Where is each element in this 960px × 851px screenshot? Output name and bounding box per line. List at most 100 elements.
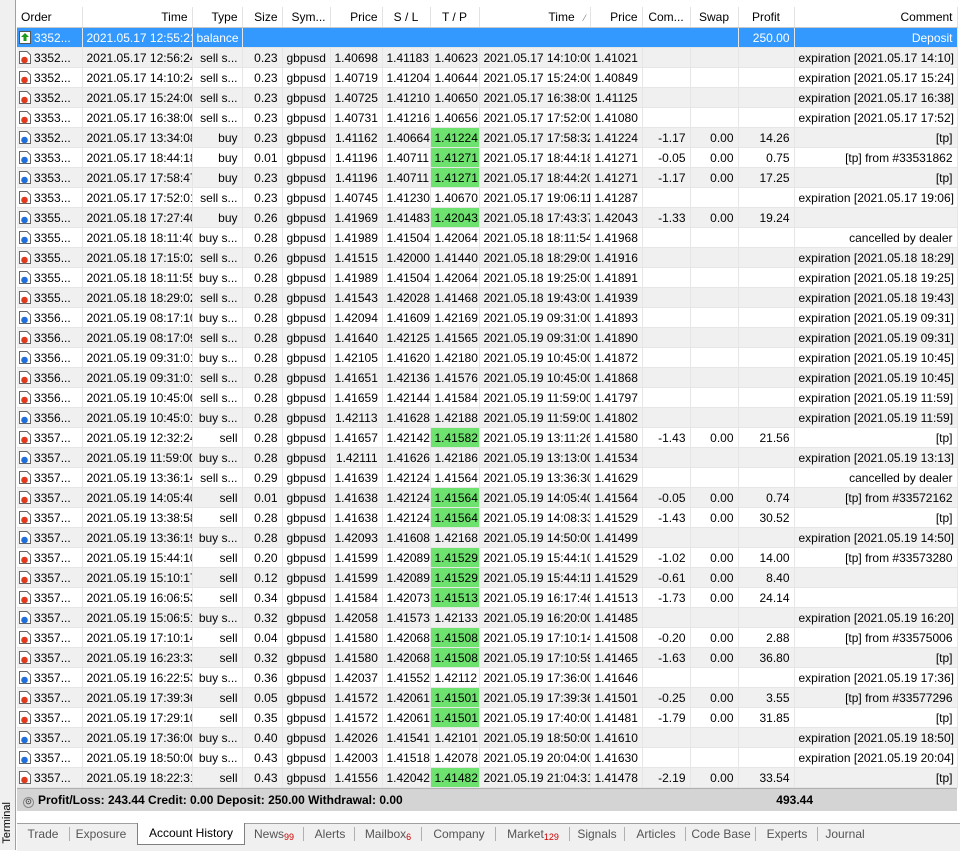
col-size[interactable]: Size	[242, 7, 283, 28]
tab-alerts[interactable]: Alerts	[306, 824, 354, 844]
order-id: 3355...	[34, 210, 71, 225]
tab-separator	[624, 827, 625, 841]
sl-cell: 1.41608	[382, 527, 431, 548]
account-history-grid[interactable]: Order Time Type Size Sym... Price S / L …	[17, 7, 958, 788]
tab-news[interactable]: News99	[245, 824, 303, 844]
tab-articles[interactable]: Articles	[627, 824, 685, 844]
col-sl[interactable]: S / L	[382, 7, 431, 28]
profit-cell	[738, 447, 795, 468]
close-time-cell: 2021.05.19 10:45:00	[479, 347, 591, 368]
table-row[interactable]: 3352... 2021.05.17 14:10:24 sell s... 0.23 g…	[17, 67, 958, 88]
close-price-cell: 1.41629	[590, 467, 643, 488]
balance-row[interactable]: 3352... 2021.05.17 12:55:21 balance 250.…	[17, 27, 958, 48]
table-row[interactable]: 3357... 2021.05.19 16:22:53 buy s... 0.36 gb…	[17, 667, 958, 688]
table-row[interactable]: 3353... 2021.05.17 17:52:01 sell s... 0.23 g…	[17, 187, 958, 208]
tab-account-history[interactable]: Account History	[137, 823, 245, 845]
type-cell: sell	[192, 567, 243, 588]
sl-cell: 1.42061	[382, 707, 431, 728]
price-cell: 1.41556	[330, 767, 383, 788]
table-row[interactable]: 3357... 2021.05.19 15:10:17 sell 0.12 gbpusd…	[17, 567, 958, 588]
col-commission[interactable]: Com...	[642, 7, 691, 28]
size-cell: 0.28	[242, 447, 283, 468]
table-row[interactable]: 3355... 2021.05.18 17:15:02 sell s... 0.26 g…	[17, 247, 958, 268]
tab-company[interactable]: Company	[423, 824, 495, 844]
table-row[interactable]: 3357... 2021.05.19 16:06:53 sell 0.34 gbpusd…	[17, 587, 958, 608]
order-cell: 3355...	[17, 247, 83, 268]
col-type[interactable]: Type	[192, 7, 243, 28]
table-row[interactable]: 3352... 2021.05.17 12:56:24 sell s... 0.23 g…	[17, 47, 958, 68]
price-cell: 1.41638	[330, 507, 383, 528]
table-row[interactable]: 3357... 2021.05.19 15:44:10 sell 0.20 gbpusd…	[17, 547, 958, 568]
tab-exposure[interactable]: Exposure	[70, 824, 132, 844]
table-row[interactable]: 3355... 2021.05.18 18:29:02 sell s... 0.28 g…	[17, 287, 958, 308]
col-close-time[interactable]: Time ⁄	[479, 7, 591, 28]
table-row[interactable]: 3357... 2021.05.19 13:36:14 sell s... 0.29 g…	[17, 467, 958, 488]
table-row[interactable]: 3357... 2021.05.19 11:59:00 buy s... 0.28 gb…	[17, 447, 958, 468]
table-row[interactable]: 3356... 2021.05.19 09:31:01 buy s... 0.28 gb…	[17, 347, 958, 368]
tab-journal[interactable]: Journal	[819, 824, 871, 844]
table-row[interactable]: 3357... 2021.05.19 16:23:33 sell 0.32 gbpusd…	[17, 647, 958, 668]
col-profit[interactable]: Profit	[738, 7, 795, 28]
table-row[interactable]: 3357... 2021.05.19 17:29:10 sell 0.35 gbpusd…	[17, 707, 958, 728]
table-row[interactable]: 3357... 2021.05.19 12:32:24 sell 0.28 gbpusd…	[17, 427, 958, 448]
table-row[interactable]: 3356... 2021.05.19 08:17:09 sell s... 0.28 g…	[17, 327, 958, 348]
tab-trade[interactable]: Trade	[17, 824, 69, 844]
table-row[interactable]: 3352... 2021.05.17 15:24:00 sell s... 0.23 g…	[17, 87, 958, 108]
col-time[interactable]: Time	[82, 7, 193, 28]
table-row[interactable]: 3357... 2021.05.19 17:36:00 buy s... 0.40 gb…	[17, 727, 958, 748]
table-row[interactable]: 3357... 2021.05.19 18:50:00 buy s... 0.43 gb…	[17, 747, 958, 768]
table-row[interactable]: 3357... 2021.05.19 13:38:58 sell 0.28 gbpusd…	[17, 507, 958, 528]
table-row[interactable]: 3356... 2021.05.19 10:45:01 buy s... 0.28 gb…	[17, 407, 958, 428]
table-row[interactable]: 3357... 2021.05.19 17:10:14 sell 0.04 gbpusd…	[17, 627, 958, 648]
tp-cell: 1.41576	[430, 367, 480, 388]
profit-cell: 0.75	[738, 147, 795, 168]
type-cell: buy s...	[192, 447, 243, 468]
comment-cell: expiration [2021.05.19 10:45]	[794, 347, 958, 368]
comment-cell: [tp] from #33573280	[794, 547, 958, 568]
table-row[interactable]: 3357... 2021.05.19 18:22:31 sell 0.43 gbpusd…	[17, 767, 958, 788]
summary-values: Profit/Loss: 243.44 Credit: 0.00 Deposit…	[38, 793, 403, 807]
symbol-cell: gbpusd	[282, 167, 331, 188]
order-id: 3357...	[34, 470, 71, 485]
tab-mailbox[interactable]: Mailbox6	[355, 824, 421, 844]
price-cell: 1.41543	[330, 287, 383, 308]
order-cell: 3355...	[17, 207, 83, 228]
table-row[interactable]: 3355... 2021.05.18 18:11:55 buy s... 0.28 gb…	[17, 267, 958, 288]
col-symbol[interactable]: Sym...	[282, 7, 331, 28]
col-price[interactable]: Price	[330, 7, 383, 28]
tab-experts[interactable]: Experts	[757, 824, 817, 844]
terminal-side-panel: Terminal	[0, 0, 16, 850]
tab-market[interactable]: Market129	[497, 824, 569, 844]
table-row[interactable]: 3355... 2021.05.18 18:11:40 buy s... 0.28 gb…	[17, 227, 958, 248]
table-row[interactable]: 3352... 2021.05.17 13:34:08 buy 0.23 gbpusd 1…	[17, 127, 958, 148]
tab-code-base[interactable]: Code Base	[687, 824, 755, 844]
swap-cell: 0.00	[690, 207, 739, 228]
col-comment[interactable]: Comment	[794, 7, 958, 28]
col-close-price[interactable]: Price	[590, 7, 643, 28]
table-row[interactable]: 3357... 2021.05.19 14:05:40 sell 0.01 gbpusd…	[17, 487, 958, 508]
table-row[interactable]: 3357... 2021.05.19 15:06:51 buy s... 0.32 gb…	[17, 607, 958, 628]
type-cell: sell	[192, 427, 243, 448]
profit-cell: 21.56	[738, 427, 795, 448]
sell-order-icon	[19, 330, 31, 344]
table-row[interactable]: 3356... 2021.05.19 09:31:01 sell s... 0.28 g…	[17, 367, 958, 388]
tab-separator	[755, 827, 756, 841]
table-row[interactable]: 3353... 2021.05.17 18:44:18 buy 0.01 gbpusd 1…	[17, 147, 958, 168]
close-time-cell: 2021.05.19 13:11:26	[479, 427, 591, 448]
table-row[interactable]: 3355... 2021.05.18 17:27:40 buy 0.26 gbpusd 1…	[17, 207, 958, 228]
swap-cell	[690, 307, 739, 328]
symbol-cell: gbpusd	[282, 327, 331, 348]
tab-signals[interactable]: Signals	[570, 824, 624, 844]
buy-order-icon	[19, 170, 31, 184]
table-row[interactable]: 3356... 2021.05.19 08:17:10 buy s... 0.28 gb…	[17, 307, 958, 328]
summary-collapse-icon[interactable]: ⊙	[23, 797, 34, 808]
table-row[interactable]: 3353... 2021.05.17 17:58:47 buy 0.23 gbpusd 1…	[17, 167, 958, 188]
table-row[interactable]: 3356... 2021.05.19 10:45:00 sell s... 0.28 g…	[17, 387, 958, 408]
table-row[interactable]: 3357... 2021.05.19 13:36:19 buy s... 0.28 gb…	[17, 527, 958, 548]
col-order[interactable]: Order	[17, 7, 83, 28]
table-row[interactable]: 3357... 2021.05.19 17:39:36 sell 0.05 gbpusd…	[17, 687, 958, 708]
col-swap[interactable]: Swap	[690, 7, 739, 28]
table-row[interactable]: 3353... 2021.05.17 16:38:00 sell s... 0.23 g…	[17, 107, 958, 128]
buy-order-icon	[19, 670, 31, 684]
col-tp[interactable]: T / P	[430, 7, 480, 28]
